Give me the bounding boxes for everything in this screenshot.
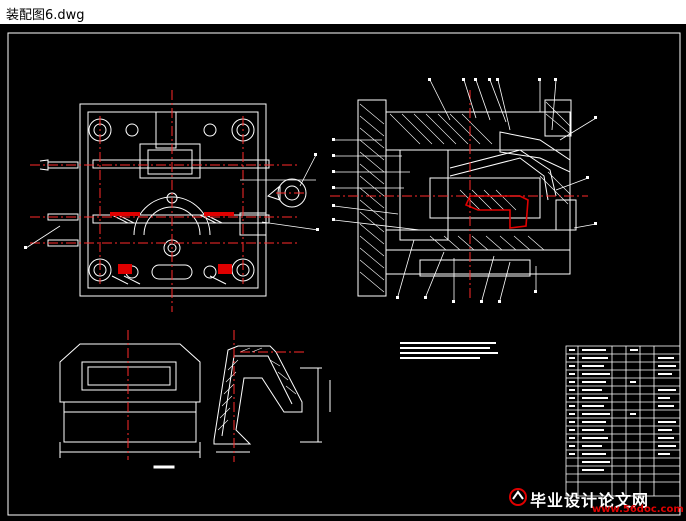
drawing-tab-title[interactable]: 装配图6.dwg <box>6 4 85 23</box>
title-bar: 装配图6.dwg <box>0 0 686 24</box>
technical-notes <box>400 342 498 359</box>
cad-drawing-canvas[interactable]: 毕业设计论文网 www.56doc.com <box>0 24 686 521</box>
mold-top-view <box>39 103 307 297</box>
logo-icon <box>509 488 527 506</box>
mold-section-view <box>357 99 577 297</box>
section-red-part <box>464 195 529 229</box>
part-side-section <box>213 345 331 453</box>
part-front-view <box>59 343 201 469</box>
assembly-drawing <box>7 32 681 516</box>
section-hatching <box>359 101 571 293</box>
site-watermark: 毕业设计论文网 www.56doc.com <box>508 487 684 517</box>
watermark-url: www.56doc.com <box>592 504 684 515</box>
